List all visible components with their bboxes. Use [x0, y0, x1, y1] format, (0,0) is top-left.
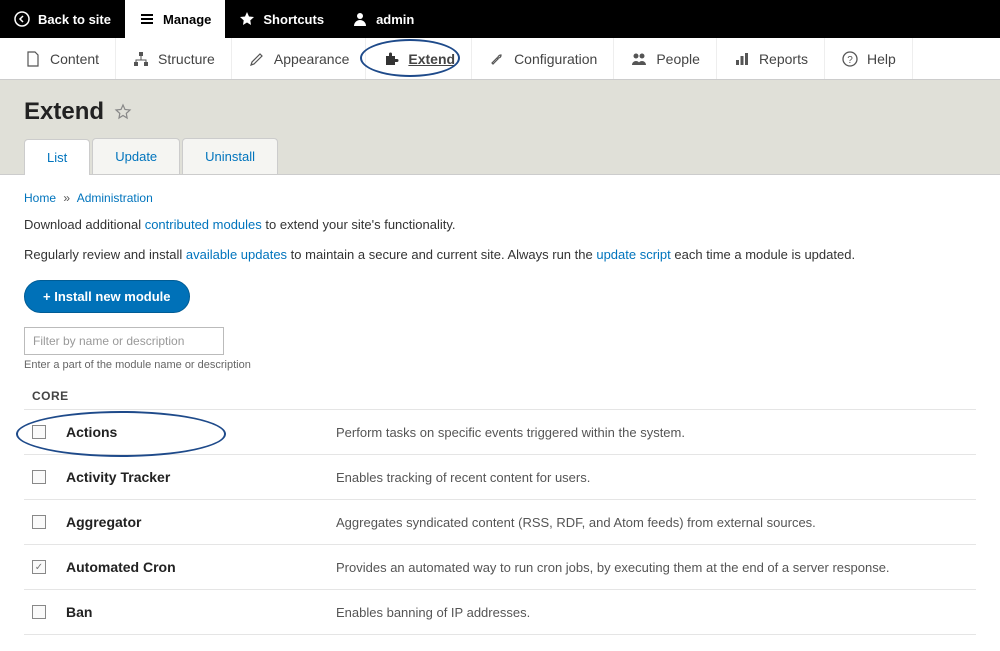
- tab-update[interactable]: Update: [92, 138, 180, 174]
- menu-help[interactable]: ? Help: [825, 38, 913, 79]
- module-list: Actions Perform tasks on specific events …: [24, 409, 976, 635]
- module-checkbox[interactable]: [32, 515, 46, 529]
- module-row[interactable]: Aggregator Aggregates syndicated content …: [24, 499, 976, 544]
- intro-line-1: Download additional contributed modules …: [24, 215, 976, 235]
- menu-appearance-label: Appearance: [274, 51, 350, 67]
- hamburger-icon: [139, 11, 155, 27]
- document-icon: [24, 50, 42, 68]
- menu-content-label: Content: [50, 51, 99, 67]
- people-icon: [630, 50, 648, 68]
- breadcrumb-admin[interactable]: Administration: [77, 191, 153, 205]
- back-to-site-button[interactable]: Back to site: [0, 0, 125, 38]
- filter-row: [24, 327, 976, 355]
- help-icon: ?: [841, 50, 859, 68]
- admin-menu: Content Structure Appearance Extend Conf…: [0, 38, 1000, 80]
- module-description: Provides an automated way to run cron jo…: [336, 560, 968, 575]
- shortcuts-label: Shortcuts: [263, 12, 324, 27]
- menu-help-label: Help: [867, 51, 896, 67]
- menu-extend-label: Extend: [408, 51, 455, 67]
- menu-configuration[interactable]: Configuration: [472, 38, 614, 79]
- paintbrush-icon: [248, 50, 266, 68]
- user-icon: [352, 11, 368, 27]
- shortcuts-button[interactable]: Shortcuts: [225, 0, 338, 38]
- menu-structure-label: Structure: [158, 51, 215, 67]
- module-checkbox[interactable]: [32, 470, 46, 484]
- module-name: Automated Cron: [66, 559, 316, 575]
- module-description: Aggregates syndicated content (RSS, RDF,…: [336, 515, 968, 530]
- menu-structure[interactable]: Structure: [116, 38, 232, 79]
- module-description: Perform tasks on specific events trigger…: [336, 425, 968, 440]
- update-script-link[interactable]: update script: [596, 247, 670, 262]
- module-name: Ban: [66, 604, 316, 620]
- module-name: Activity Tracker: [66, 469, 316, 485]
- module-checkbox[interactable]: [32, 605, 46, 619]
- available-updates-link[interactable]: available updates: [186, 247, 287, 262]
- tab-uninstall[interactable]: Uninstall: [182, 138, 278, 174]
- module-name: Actions: [66, 424, 316, 440]
- menu-configuration-label: Configuration: [514, 51, 597, 67]
- wrench-icon: [488, 50, 506, 68]
- user-label: admin: [376, 12, 414, 27]
- page-title: Extend: [24, 98, 104, 126]
- filter-description: Enter a part of the module name or descr…: [24, 359, 976, 371]
- menu-appearance[interactable]: Appearance: [232, 38, 367, 79]
- module-checkbox[interactable]: [32, 425, 46, 439]
- arrow-left-icon: [14, 11, 30, 27]
- menu-reports[interactable]: Reports: [717, 38, 825, 79]
- module-row[interactable]: Actions Perform tasks on specific events …: [24, 409, 976, 454]
- back-to-site-label: Back to site: [38, 12, 111, 27]
- menu-reports-label: Reports: [759, 51, 808, 67]
- install-new-module-button[interactable]: + Install new module: [24, 280, 190, 313]
- page-header: Extend List Update Uninstall: [0, 80, 1000, 175]
- module-name: Aggregator: [66, 514, 316, 530]
- manage-label: Manage: [163, 12, 211, 27]
- bar-chart-icon: [733, 50, 751, 68]
- breadcrumb-home[interactable]: Home: [24, 191, 56, 205]
- module-row[interactable]: Automated Cron Provides an automated way …: [24, 544, 976, 589]
- user-menu-button[interactable]: admin: [338, 0, 428, 38]
- tab-list[interactable]: List: [24, 139, 90, 175]
- breadcrumb: Home » Administration: [24, 191, 976, 205]
- menu-people-label: People: [656, 51, 700, 67]
- module-description: Enables banning of IP addresses.: [336, 605, 968, 620]
- menu-extend[interactable]: Extend: [366, 38, 472, 79]
- manage-button[interactable]: Manage: [125, 0, 225, 38]
- module-row[interactable]: Activity Tracker Enables tracking of rece…: [24, 454, 976, 499]
- intro-line-2: Regularly review and install available u…: [24, 245, 976, 265]
- top-toolbar: Back to site Manage Shortcuts admin: [0, 0, 1000, 38]
- filter-input[interactable]: [24, 327, 224, 355]
- tabs: List Update Uninstall: [24, 138, 976, 174]
- module-checkbox[interactable]: [32, 560, 46, 574]
- module-group-header: CORE: [24, 389, 976, 403]
- content-area: Home » Administration Download additiona…: [0, 175, 1000, 651]
- star-icon: [239, 11, 255, 27]
- menu-content[interactable]: Content: [8, 38, 116, 79]
- breadcrumb-separator: »: [63, 191, 70, 205]
- module-description: Enables tracking of recent content for u…: [336, 470, 968, 485]
- svg-text:?: ?: [847, 55, 853, 66]
- hierarchy-icon: [132, 50, 150, 68]
- favorite-star-icon[interactable]: [114, 103, 132, 121]
- contributed-modules-link[interactable]: contributed modules: [145, 217, 262, 232]
- menu-people[interactable]: People: [614, 38, 717, 79]
- puzzle-icon: [382, 50, 400, 68]
- module-row[interactable]: Ban Enables banning of IP addresses.: [24, 589, 976, 635]
